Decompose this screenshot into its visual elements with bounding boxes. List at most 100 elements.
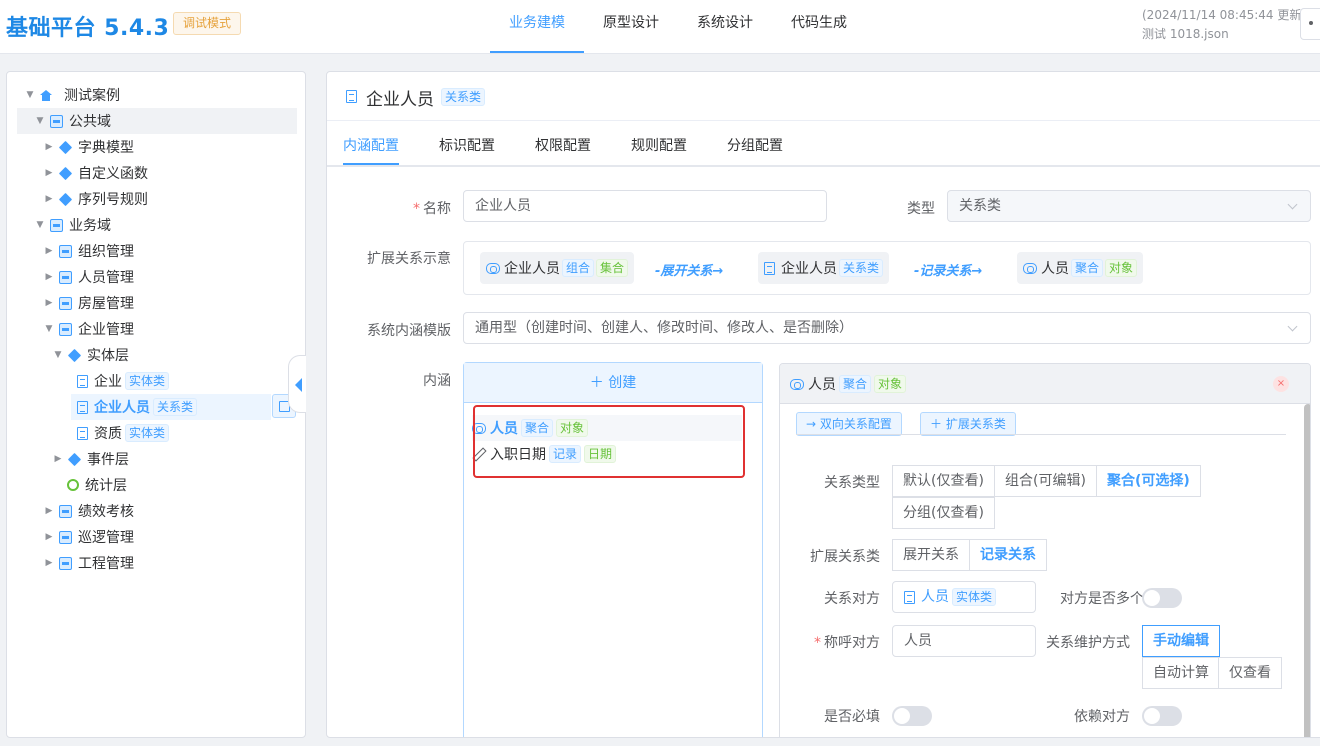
caret-right-icon[interactable]: ▶: [42, 272, 56, 282]
tree-label: 企业管理: [78, 322, 134, 338]
connotation-label: 内涵: [423, 373, 451, 389]
counterpart-field[interactable]: 人员 实体类: [892, 581, 1036, 613]
tree-node-patrol-mgmt[interactable]: ▶ 巡逻管理: [42, 524, 134, 550]
multi-counterpart-switch[interactable]: [1142, 588, 1182, 608]
tree-node-root[interactable]: ▼ 测试案例: [23, 82, 120, 108]
caret-right-icon[interactable]: ▶: [42, 194, 56, 204]
tab-connotation[interactable]: 内涵配置: [343, 135, 399, 155]
ext-relation-type-label: 扩展关系类: [810, 549, 880, 565]
top-header: 基础平台 5.4.3 调试模式 业务建模 原型设计 系统设计 代码生成 (202…: [0, 0, 1320, 54]
rel-type-composition[interactable]: 组合(可编辑): [994, 465, 1097, 497]
caret-right-icon[interactable]: ▶: [42, 558, 56, 568]
layers-icon: [58, 166, 73, 180]
rel-type-aggregation[interactable]: 聚合(可选择): [1096, 465, 1201, 497]
tab-identity[interactable]: 标识配置: [439, 135, 495, 155]
tree-node-dict-model[interactable]: ▶ 字典模型: [42, 134, 134, 160]
ext-rel-expand[interactable]: 展开关系: [892, 539, 970, 571]
header-menu-button[interactable]: [1300, 8, 1320, 40]
call-counterpart-input[interactable]: 人员: [892, 625, 1036, 657]
tree-node-perf-eval[interactable]: ▶ 绩效考核: [42, 498, 134, 524]
relation-type-label: 关系类型: [824, 475, 880, 491]
highlight-box: [473, 405, 745, 478]
maintain-manual[interactable]: 手动编辑: [1142, 625, 1220, 657]
tree-node-stat-layer[interactable]: 统计层: [67, 472, 127, 498]
layers-icon: [58, 140, 73, 154]
domain-icon: [59, 296, 72, 310]
tab-rules[interactable]: 规则配置: [631, 135, 687, 155]
nav-prototype-design[interactable]: 原型设计: [584, 0, 678, 53]
tree-node-entity-qualification[interactable]: 资质 实体类: [77, 420, 170, 446]
sidebar-collapse-toggle[interactable]: [288, 355, 306, 413]
ext-rel-record[interactable]: 记录关系: [969, 539, 1047, 571]
domain-icon: [59, 556, 72, 570]
maintain-mode-label: 关系维护方式: [1046, 635, 1130, 651]
model-tree-sidebar: ▼ 测试案例 ▼ 公共域 ▶ 字典模型 ▶ 自定义函数 ▶ 序列号规则 ▼ 业务…: [6, 71, 306, 738]
object-tag: 对象: [874, 375, 907, 393]
search-stat-icon: [67, 479, 79, 491]
caret-right-icon[interactable]: ▶: [42, 532, 56, 542]
debug-mode-badge: 调试模式: [173, 12, 242, 35]
rel-type-grouping[interactable]: 分组(仅查看): [892, 497, 995, 529]
scrollbar[interactable]: [1304, 404, 1310, 737]
nav-business-modeling[interactable]: 业务建模: [490, 0, 584, 53]
tab-permission[interactable]: 权限配置: [535, 135, 591, 155]
caret-right-icon[interactable]: ▶: [42, 246, 56, 256]
document-icon: [764, 261, 775, 275]
link-icon: [1023, 262, 1037, 274]
close-icon[interactable]: ×: [1273, 376, 1289, 392]
required-switch[interactable]: [892, 706, 932, 726]
record-relation-arrow: -记录关系→: [914, 264, 983, 279]
tree-node-entity-staff[interactable]: 企业人员 关系类: [71, 394, 271, 420]
divider: [796, 434, 1286, 435]
tree-node-org-mgmt[interactable]: ▶ 组织管理: [42, 238, 134, 264]
maintain-auto[interactable]: 自动计算: [1142, 657, 1220, 689]
panel-header: 企业人员 关系类: [327, 72, 1320, 121]
caret-right-icon[interactable]: ▶: [51, 454, 65, 464]
entity-type-tag: 实体类: [952, 588, 997, 606]
nav-code-generation[interactable]: 代码生成: [772, 0, 866, 53]
type-select[interactable]: 关系类: [947, 190, 1311, 222]
more-icon: [1309, 21, 1313, 25]
domain-icon: [59, 504, 72, 518]
depend-switch[interactable]: [1142, 706, 1182, 726]
tab-grouping[interactable]: 分组配置: [727, 135, 783, 155]
caret-down-icon[interactable]: ▼: [42, 324, 56, 334]
caret-down-icon[interactable]: ▼: [33, 116, 47, 126]
aggregation-tag: 聚合: [1071, 259, 1104, 277]
page-title: 企业人员: [366, 90, 434, 110]
bidirectional-config-button[interactable]: → 双向关系配置: [796, 412, 902, 436]
caret-right-icon[interactable]: ▶: [42, 506, 56, 516]
tree-node-entity-layer[interactable]: ▼ 实体层: [51, 342, 129, 368]
template-select[interactable]: 通用型（创建时间、创建人、修改时间、修改人、是否删除）: [463, 312, 1311, 344]
rel-type-default[interactable]: 默认(仅查看): [892, 465, 995, 497]
tree-label: 企业人员: [94, 400, 150, 416]
relation-type-tag: 关系类: [441, 88, 486, 106]
name-input[interactable]: 企业人员: [463, 190, 827, 222]
tree-node-person-mgmt[interactable]: ▶ 人员管理: [42, 264, 134, 290]
create-button[interactable]: ＋ 创建: [464, 363, 762, 403]
nav-system-design[interactable]: 系统设计: [678, 0, 772, 53]
tree-node-project-mgmt[interactable]: ▶ 工程管理: [42, 550, 134, 576]
caret-down-icon[interactable]: ▼: [51, 350, 65, 360]
caret-right-icon[interactable]: ▶: [42, 298, 56, 308]
tree-node-event-layer[interactable]: ▶ 事件层: [51, 446, 129, 472]
tree-node-public-domain[interactable]: ▼ 公共域: [17, 108, 297, 134]
caret-down-icon[interactable]: ▼: [33, 220, 47, 230]
extend-relation-button[interactable]: ＋ 扩展关系类: [920, 412, 1016, 436]
caret-right-icon[interactable]: ▶: [42, 142, 56, 152]
object-tag: 对象: [1105, 259, 1138, 277]
tree-label: 巡逻管理: [78, 530, 134, 546]
maintain-view-only[interactable]: 仅查看: [1218, 657, 1282, 689]
counterpart-label: 关系对方: [824, 591, 880, 607]
caret-down-icon[interactable]: ▼: [23, 90, 37, 100]
tree-node-entity-enterprise[interactable]: 企业 实体类: [77, 368, 170, 394]
caret-right-icon[interactable]: ▶: [42, 168, 56, 178]
layers-icon: [67, 348, 82, 362]
tree-node-house-mgmt[interactable]: ▶ 房屋管理: [42, 290, 134, 316]
active-tab-indicator: [343, 163, 399, 165]
tree-node-enterprise-mgmt[interactable]: ▼ 企业管理: [42, 316, 134, 342]
tree-node-custom-function[interactable]: ▶ 自定义函数: [42, 160, 148, 186]
tree-node-serial-rule[interactable]: ▶ 序列号规则: [42, 186, 148, 212]
tree-node-business-domain[interactable]: ▼ 业务域: [33, 212, 111, 238]
home-icon: [40, 89, 52, 101]
